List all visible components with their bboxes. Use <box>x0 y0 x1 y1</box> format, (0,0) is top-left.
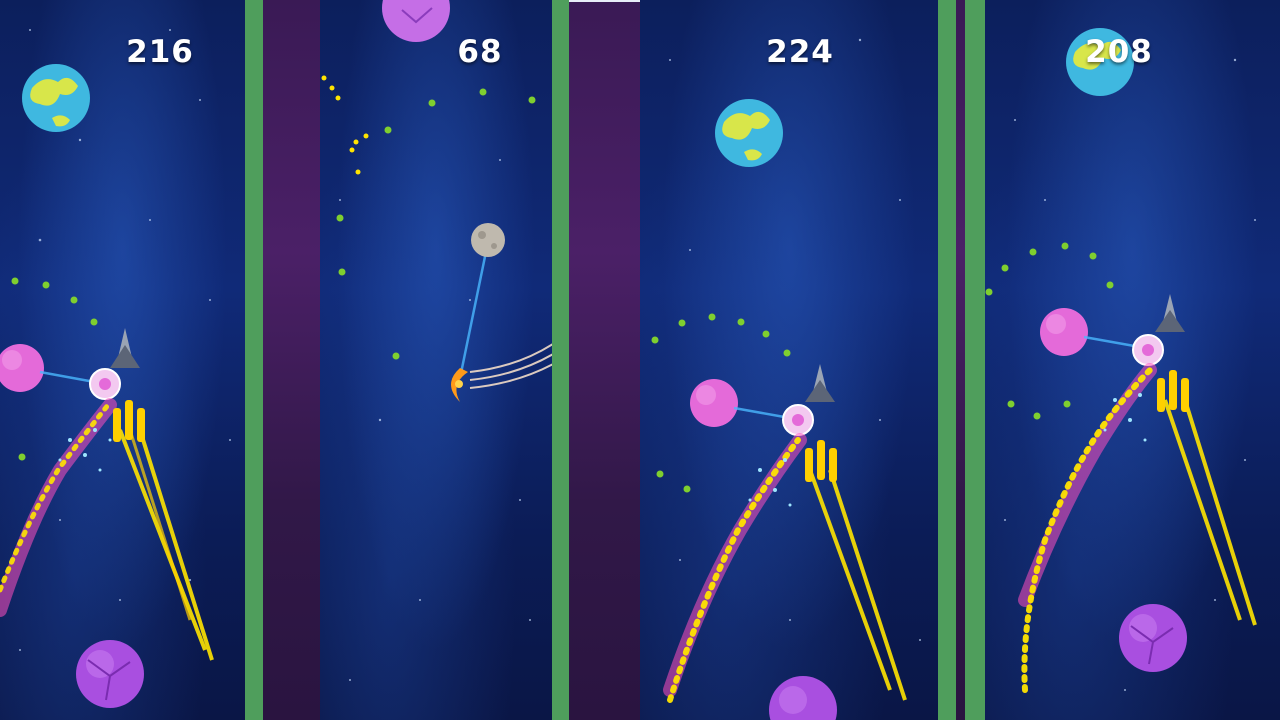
pink-planet-icon <box>690 379 738 427</box>
divider-2b <box>569 0 640 720</box>
game-panel-1[interactable]: 216 <box>0 0 245 720</box>
divider-3c <box>965 0 985 720</box>
purple-cracked-planet-icon <box>769 676 837 720</box>
divider-1b <box>263 0 320 720</box>
anchor-ring <box>782 404 814 436</box>
spaceship-icon <box>805 364 835 402</box>
crescent-ship-icon <box>451 368 468 402</box>
earth-planet-icon <box>22 64 90 132</box>
stars <box>1004 58 1256 691</box>
pink-trail <box>1018 363 1157 607</box>
anchor-ring <box>1132 334 1164 366</box>
earth-planet-icon <box>715 99 783 167</box>
pink-planet-icon <box>1040 308 1088 356</box>
score-panel-3: 224 <box>766 34 834 70</box>
game-panel-2[interactable]: 68 <box>320 0 552 720</box>
divider-2a <box>552 0 569 720</box>
panel-1-scene <box>0 29 231 708</box>
score-panel-1: 216 <box>126 34 194 70</box>
panel-3-scene <box>651 38 921 720</box>
moon-icon <box>471 223 505 257</box>
yellow-wings <box>113 400 145 442</box>
dots <box>336 88 536 360</box>
pink-trail <box>0 398 117 617</box>
panel-4-scene <box>985 28 1257 693</box>
yellow-dots <box>321 75 369 175</box>
game-panel-4[interactable]: 208 <box>985 0 1280 720</box>
spaceship-icon <box>110 328 140 368</box>
stars <box>669 38 921 641</box>
anchor-ring <box>89 368 121 400</box>
yellow-wings <box>1157 370 1189 412</box>
pink-planet-icon <box>0 344 44 392</box>
divider-3b <box>956 0 965 720</box>
spaceship-icon <box>1155 294 1185 332</box>
yellow-thruster-trails <box>118 429 214 661</box>
purple-cracked-planet-icon <box>1119 604 1187 672</box>
pink-trail <box>663 433 807 697</box>
divider-1a <box>245 0 263 720</box>
panel-2-scene <box>321 0 552 681</box>
score-panel-4: 208 <box>1085 34 1153 70</box>
yellow-thruster-trails <box>1163 399 1257 626</box>
yellow-wings <box>805 440 837 482</box>
purple-cracked-planet-icon <box>76 640 144 708</box>
yellow-thruster-trails <box>808 469 907 701</box>
pink-planet-icon <box>382 0 450 42</box>
score-panel-2: 68 <box>457 34 503 70</box>
divider-3a <box>938 0 956 720</box>
game-panel-3[interactable]: 224 <box>640 0 938 720</box>
